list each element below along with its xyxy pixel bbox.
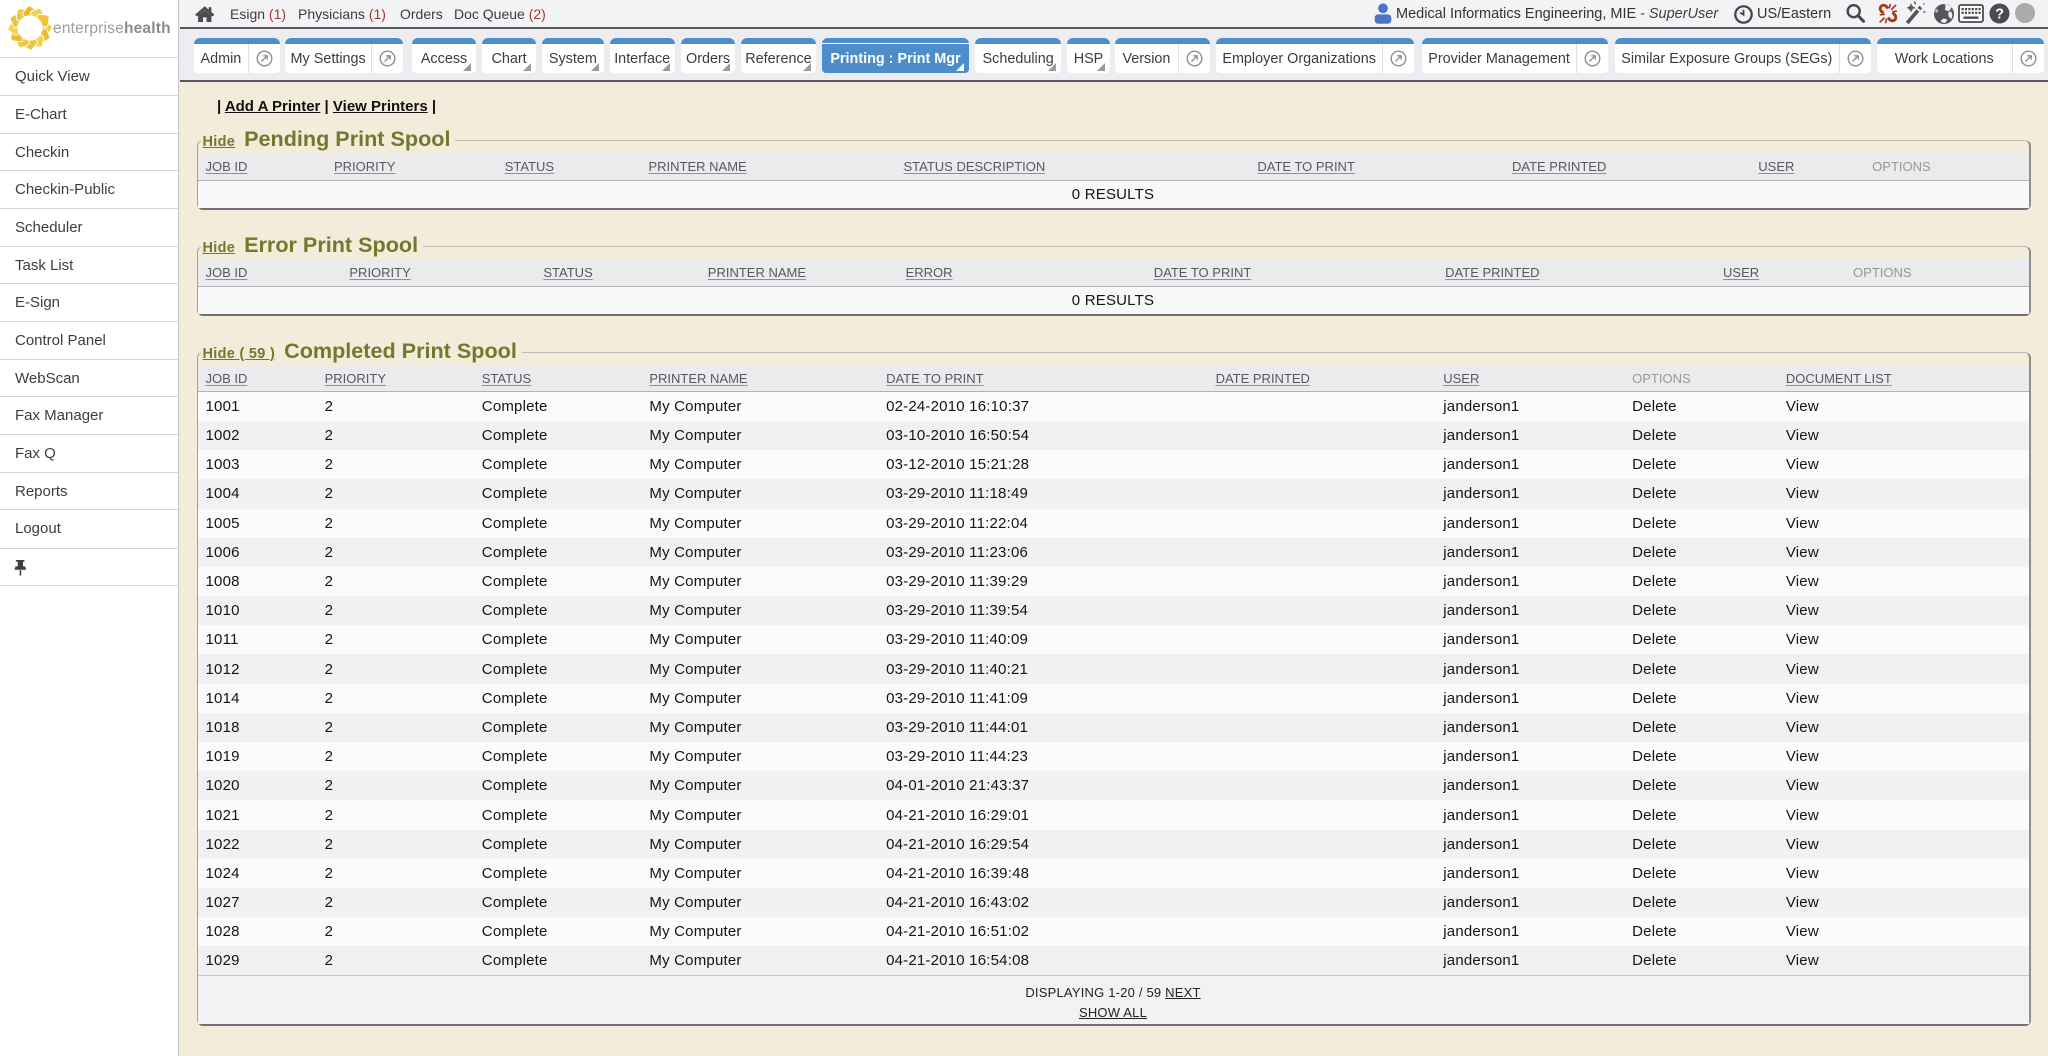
svg-text:?: ?: [1995, 6, 2004, 22]
